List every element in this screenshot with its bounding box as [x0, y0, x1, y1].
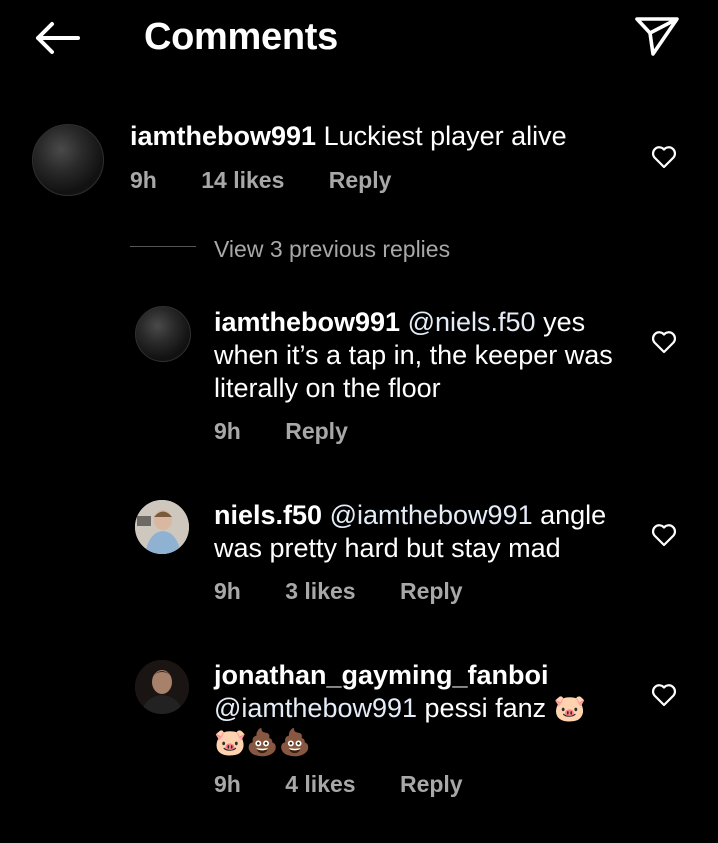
- likes-count[interactable]: 3 likes: [285, 578, 355, 604]
- timestamp: 9h: [214, 418, 241, 444]
- send-icon[interactable]: [633, 14, 681, 58]
- reply-button[interactable]: Reply: [400, 771, 463, 797]
- reply-meta: 9h 4 likes Reply: [214, 771, 501, 798]
- pig-emoji: 🐷: [553, 694, 586, 724]
- likes-count[interactable]: 4 likes: [285, 771, 355, 797]
- heart-outline-icon[interactable]: [651, 330, 677, 354]
- reply-body-line: literally on the floor: [214, 373, 441, 403]
- page-title: Comments: [144, 16, 338, 58]
- username[interactable]: iamthebow991: [214, 307, 400, 337]
- mention-link[interactable]: @iamthebow991: [330, 500, 533, 530]
- reply-body: pessi fanz: [417, 693, 554, 723]
- heart-outline-icon[interactable]: [651, 145, 677, 169]
- likes-count[interactable]: 14 likes: [201, 167, 284, 193]
- reply-button[interactable]: Reply: [285, 418, 348, 444]
- reply-body-line: when it’s a tap in, the keeper was: [214, 340, 613, 370]
- avatar[interactable]: [32, 124, 104, 196]
- reply-meta: 9h Reply: [214, 418, 386, 445]
- timestamp: 9h: [214, 771, 241, 797]
- avatar[interactable]: [135, 306, 191, 362]
- divider: [130, 246, 196, 247]
- reply-text: iamthebow991 @niels.f50 yes when it’s a …: [214, 306, 634, 405]
- comment-meta: 9h 14 likes Reply: [130, 167, 429, 194]
- reply-text: jonathan_gayming_fanboi @iamthebow991 pe…: [214, 659, 634, 760]
- username[interactable]: jonathan_gayming_fanboi: [214, 660, 549, 690]
- timestamp: 9h: [214, 578, 241, 604]
- comment-text: iamthebow991 Luckiest player alive: [130, 120, 567, 153]
- reply-button[interactable]: Reply: [329, 167, 392, 193]
- view-previous-replies-link[interactable]: View 3 previous replies: [214, 236, 450, 263]
- heart-outline-icon[interactable]: [651, 683, 677, 707]
- username[interactable]: niels.f50: [214, 500, 322, 530]
- reply-body: angle: [532, 500, 607, 530]
- avatar[interactable]: [135, 500, 189, 554]
- username[interactable]: iamthebow991: [130, 121, 316, 151]
- reply-meta: 9h 3 likes Reply: [214, 578, 501, 605]
- reply-body-line: was pretty hard but stay mad: [214, 533, 561, 563]
- back-arrow-icon[interactable]: [32, 18, 82, 58]
- emoji-line: 🐷💩💩: [214, 728, 312, 758]
- mention-link[interactable]: @iamthebow991: [214, 693, 417, 723]
- reply-text: niels.f50 @iamthebow991 angle was pretty…: [214, 499, 634, 565]
- comment-body: Luckiest player alive: [323, 121, 567, 151]
- avatar[interactable]: [135, 660, 189, 714]
- heart-outline-icon[interactable]: [651, 523, 677, 547]
- timestamp: 9h: [130, 167, 157, 193]
- reply-button[interactable]: Reply: [400, 578, 463, 604]
- reply-body: yes: [535, 307, 586, 337]
- mention-link[interactable]: @niels.f50: [408, 307, 536, 337]
